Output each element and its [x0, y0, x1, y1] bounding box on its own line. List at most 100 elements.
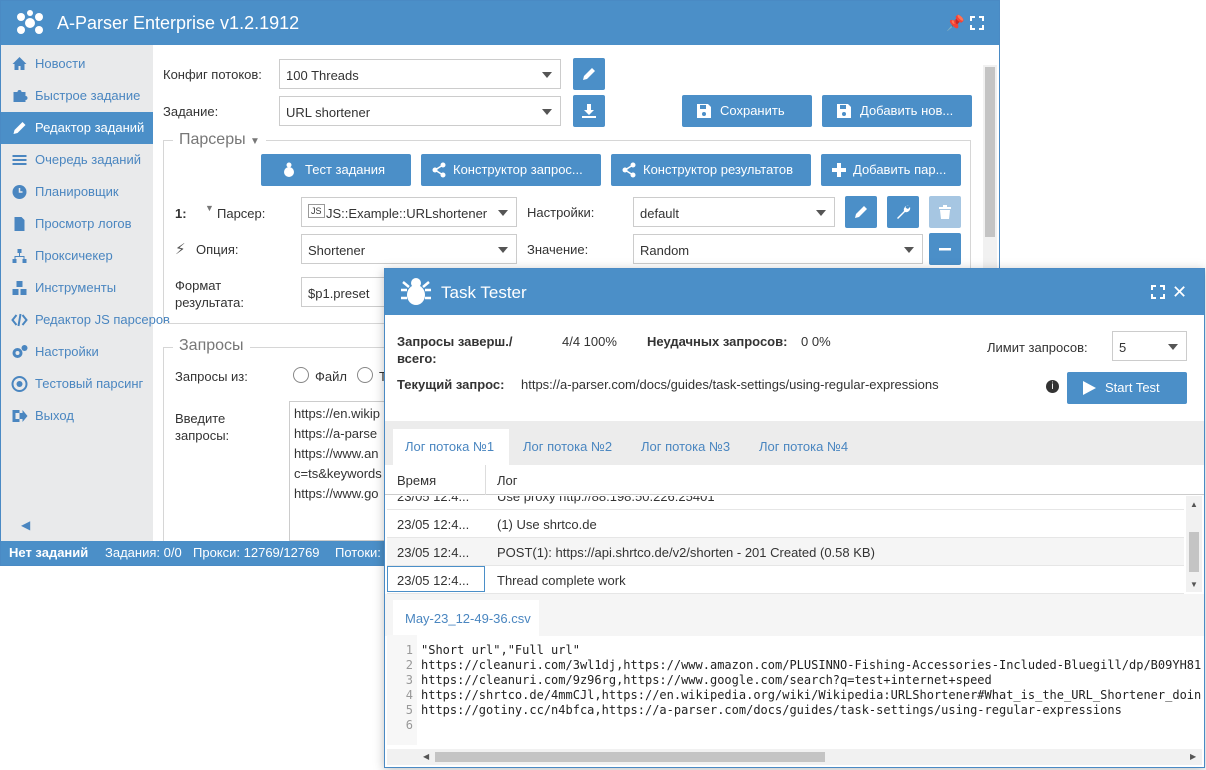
sidebar-item-task-editor[interactable]: Редактор заданий: [1, 112, 153, 144]
file-radio[interactable]: [293, 367, 309, 383]
log-table-header: Время Лог: [385, 465, 1204, 495]
sidebar-item-label: Очередь заданий: [35, 152, 141, 167]
sidebar-item-scheduler[interactable]: Планировщик: [1, 176, 153, 208]
scroll-left-icon[interactable]: ◀: [423, 752, 429, 761]
tab-thread-log-3[interactable]: Лог потока №3: [629, 429, 745, 465]
js-file-icon: JS: [308, 204, 325, 218]
save-button[interactable]: Сохранить: [682, 95, 812, 127]
task-tester-title: Task Tester: [441, 283, 527, 302]
remove-option-button[interactable]: [929, 233, 961, 265]
text-radio[interactable]: [357, 367, 373, 383]
sidebar-item-label: Тестовый парсинг: [35, 376, 144, 391]
edit-threads-button[interactable]: [573, 58, 605, 90]
pin-icon[interactable]: 📌: [946, 14, 965, 32]
start-test-button[interactable]: Start Test: [1067, 372, 1187, 404]
tab-thread-log-4[interactable]: Лог потока №4: [747, 429, 863, 465]
task-select[interactable]: URL shortener: [279, 96, 561, 126]
scrollbar-thumb[interactable]: [985, 67, 995, 237]
tab-result-file[interactable]: May-23_12-49-36.csv: [393, 600, 539, 636]
tab-thread-log-2[interactable]: Лог потока №2: [511, 429, 627, 465]
maximize-icon[interactable]: [1151, 285, 1165, 299]
info-icon[interactable]: i: [1046, 380, 1059, 393]
value-select[interactable]: Random: [633, 234, 923, 264]
sidebar-item-exit[interactable]: Выход: [1, 400, 153, 432]
sidebar-item-quick-task[interactable]: Быстрое задание: [1, 80, 153, 112]
tab-thread-log-1[interactable]: Лог потока №1: [393, 429, 509, 465]
result-builder-label: Конструктор результатов: [643, 162, 793, 177]
scrollbar-thumb[interactable]: [1189, 532, 1199, 572]
request-limit-select[interactable]: 5: [1112, 331, 1187, 361]
code-line: https://cleanuri.com/3wl1dj,https://www.…: [421, 658, 1202, 672]
gears-icon: [12, 345, 28, 358]
task-label: Задание:: [163, 104, 219, 119]
sidebar-item-proxychecker[interactable]: Проксичекер: [1, 240, 153, 272]
maximize-icon[interactable]: [970, 16, 984, 30]
value-label: Значение:: [527, 242, 589, 257]
sidebar-item-test-parsing[interactable]: Тестовый парсинг: [1, 368, 153, 400]
parsers-legend[interactable]: Парсеры ▼: [173, 131, 266, 149]
option-select[interactable]: Shortener: [301, 234, 517, 264]
result-builder-button[interactable]: Конструктор результатов: [611, 154, 811, 186]
horizontal-scrollbar[interactable]: ◀ ▶: [387, 749, 1202, 765]
sidebar: Новости Быстрое задание Редактор заданий…: [1, 45, 170, 541]
sidebar-item-settings[interactable]: Настройки: [1, 336, 153, 368]
sidebar-item-js-editor[interactable]: Редактор JS парсеров: [1, 304, 170, 336]
scroll-down-icon[interactable]: ▼: [1190, 580, 1198, 589]
tab-label: Лог потока №3: [641, 439, 731, 454]
result-file-viewer[interactable]: 1 "Short url","Full url" 2 https://clean…: [387, 635, 1202, 745]
done-requests-label: Запросы заверш./: [397, 334, 513, 349]
line-number: 4: [405, 688, 413, 702]
delete-parser-button[interactable]: [929, 196, 961, 228]
edit-settings-button[interactable]: [845, 196, 877, 228]
parser-select[interactable]: JS JS::Example::URLshortener: [301, 197, 517, 227]
tasks-status: Задания: 0/0: [105, 545, 182, 560]
threads-config-select[interactable]: 100 Threads: [279, 59, 561, 89]
wrench-icon: [897, 205, 911, 219]
code-line: https://cleanuri.com/9z96rg,https://www.…: [421, 673, 992, 687]
download-task-button[interactable]: [573, 95, 605, 127]
caret-down-icon[interactable]: ▼: [205, 203, 214, 213]
scroll-right-icon[interactable]: ▶: [1190, 752, 1196, 761]
sidebar-item-news[interactable]: Новости: [1, 48, 153, 80]
scrollbar-thumb[interactable]: [435, 752, 825, 762]
sidebar-item-label: Планировщик: [35, 184, 119, 199]
sidebar-item-logs[interactable]: Просмотр логов: [1, 208, 153, 240]
save-button-label: Сохранить: [720, 103, 785, 118]
table-row[interactable]: 23/05 12:4... Use proxy http://88.198.50…: [387, 496, 1184, 510]
chevron-down-icon: [1168, 344, 1178, 350]
chevron-down-icon: [498, 247, 508, 253]
test-task-button[interactable]: Тест задания: [261, 154, 411, 186]
add-parser-button[interactable]: Добавить пар...: [821, 154, 961, 186]
value-value: Random: [640, 243, 690, 258]
settings-select[interactable]: default: [633, 197, 835, 227]
table-row[interactable]: 23/05 12:4... (1) Use shrtco.de: [387, 510, 1184, 538]
start-test-label: Start Test: [1105, 380, 1160, 395]
code-line: https://shrtco.de/4mmCJl,https://en.wiki…: [421, 688, 1202, 702]
sidebar-item-task-queue[interactable]: Очередь заданий: [1, 144, 153, 176]
parsers-legend-label: Парсеры: [179, 131, 246, 148]
proxies-status: Прокси: 12769/12769: [193, 545, 320, 560]
app-title: A-Parser Enterprise v1.2.1912: [57, 13, 300, 33]
queries-legend: Запросы: [173, 337, 250, 355]
sidebar-item-label: Быстрое задание: [35, 88, 141, 103]
query-builder-button[interactable]: Конструктор запрос...: [421, 154, 601, 186]
sidebar-item-label: Инструменты: [35, 280, 117, 295]
clock-icon: [12, 185, 27, 199]
time-column-header[interactable]: Время: [397, 473, 436, 488]
play-icon: [1083, 381, 1096, 395]
log-scrollbar[interactable]: ▲ ▼: [1186, 496, 1202, 592]
sidebar-item-tools[interactable]: Инструменты: [1, 272, 153, 304]
table-row[interactable]: 23/05 12:4... Thread complete work: [387, 566, 1184, 594]
table-row[interactable]: 23/05 12:4... POST(1): https://api.shrtc…: [387, 538, 1184, 566]
scroll-up-icon[interactable]: ▲: [1190, 500, 1198, 509]
target-icon: [11, 376, 28, 392]
queries-from-label: Запросы из:: [175, 369, 248, 384]
log-message: Use proxy http://88.198.50.226:25401: [497, 496, 715, 504]
failed-requests-value: 0 0%: [801, 334, 831, 349]
log-column-header[interactable]: Лог: [497, 473, 518, 488]
sidebar-item-label: Настройки: [35, 344, 99, 359]
close-icon[interactable]: ✕: [1172, 282, 1187, 303]
collapse-sidebar-icon[interactable]: ◀: [21, 518, 30, 532]
add-new-button[interactable]: Добавить нов...: [822, 95, 972, 127]
wrench-button[interactable]: [887, 196, 919, 228]
